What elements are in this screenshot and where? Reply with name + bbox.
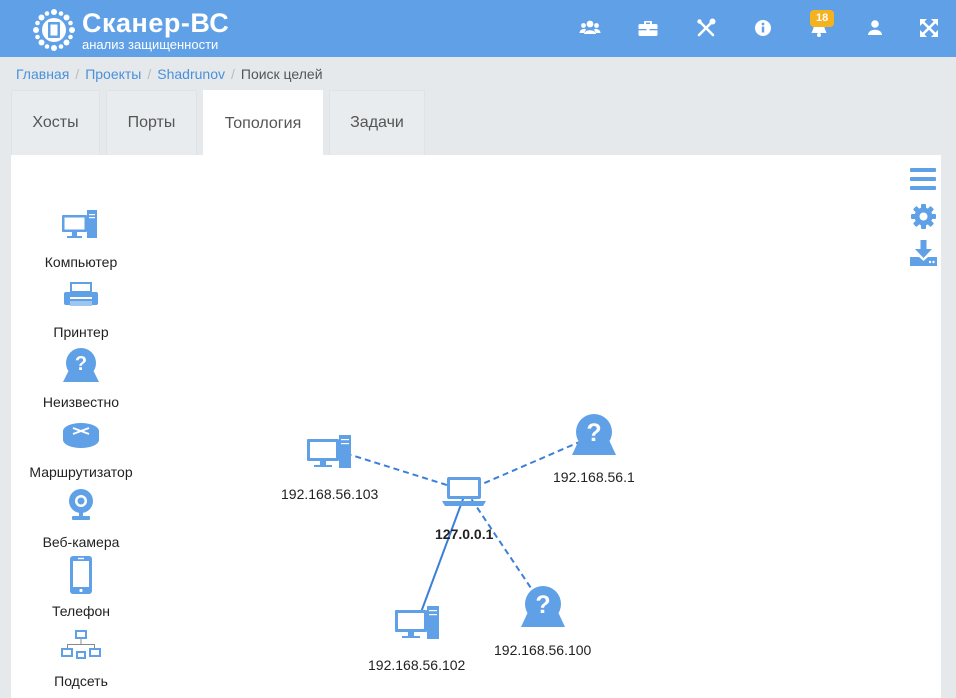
- topology-graph: ? ?: [307, 414, 616, 639]
- computer-icon[interactable]: [307, 435, 351, 468]
- users-icon[interactable]: [579, 17, 601, 39]
- app-logo[interactable]: Сканер-ВС анализ защищенности: [32, 8, 229, 52]
- breadcrumb-separator: /: [75, 66, 80, 82]
- breadcrumb-home[interactable]: Главная: [16, 66, 69, 82]
- tab-hosts[interactable]: Хосты: [11, 90, 100, 155]
- link-solid: [419, 490, 467, 616]
- top-navbar: Сканер-ВС анализ защищенности 18: [0, 0, 956, 57]
- topology-panel: Компьютер Принтер ? Неизвестно Маршрутиз…: [11, 155, 941, 698]
- briefcase-icon[interactable]: [637, 17, 659, 39]
- tab-tasks[interactable]: Задачи: [329, 90, 425, 155]
- user-icon[interactable]: [864, 17, 886, 39]
- node-label: 192.168.56.100: [494, 642, 592, 658]
- notification-badge: 18: [810, 10, 835, 27]
- app-title: Сканер-ВС: [82, 7, 230, 38]
- laptop-icon[interactable]: [442, 477, 486, 506]
- logo-gear-icon: [33, 9, 75, 51]
- info-icon[interactable]: [752, 17, 774, 39]
- unknown-device-icon[interactable]: ?: [521, 586, 565, 627]
- unknown-device-icon[interactable]: ?: [572, 414, 616, 455]
- breadcrumb-current: Поиск целей: [240, 66, 323, 82]
- breadcrumb-projects[interactable]: Проекты: [85, 66, 141, 82]
- tab-topology[interactable]: Топология: [203, 90, 323, 156]
- tools-icon[interactable]: [695, 17, 717, 39]
- node-center-label: 127.0.0.1: [435, 526, 494, 542]
- svg-text:?: ?: [535, 591, 550, 619]
- computer-icon[interactable]: [395, 606, 439, 639]
- breadcrumb: Главная / Проекты / Shadrunov / Поиск це…: [16, 66, 323, 82]
- breadcrumb-project[interactable]: Shadrunov: [157, 66, 225, 82]
- tab-ports[interactable]: Порты: [106, 90, 197, 155]
- breadcrumb-separator: /: [147, 66, 152, 82]
- app-subtitle: анализ защищенности: [82, 36, 219, 52]
- node-label: 192.168.56.102: [368, 657, 466, 673]
- svg-text:?: ?: [586, 419, 601, 447]
- node-label: 192.168.56.103: [281, 486, 379, 502]
- node-label: 192.168.56.1: [553, 469, 635, 485]
- breadcrumb-separator: /: [230, 66, 235, 82]
- fullscreen-icon[interactable]: [918, 17, 940, 39]
- link-dashed: [465, 490, 542, 604]
